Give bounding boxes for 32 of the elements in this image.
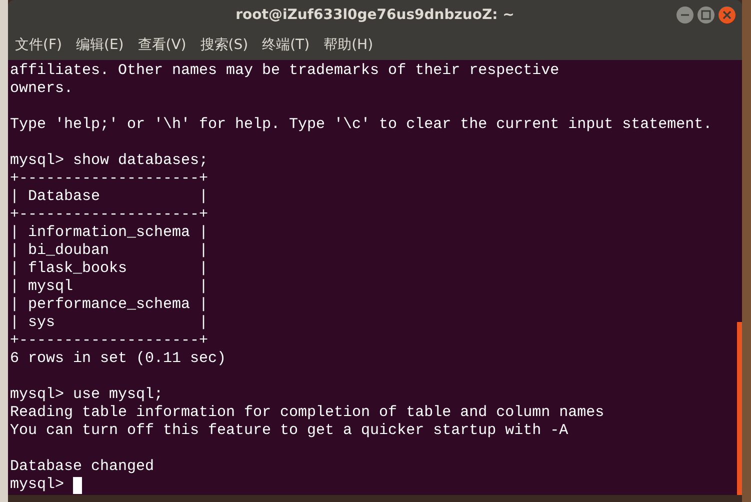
terminal-line: | flask_books | <box>10 260 210 278</box>
terminal-line: Database changed <box>10 458 156 476</box>
terminal-line: | sys | <box>10 314 210 332</box>
terminal-line: 6 rows in set (0.11 sec) <box>10 350 228 368</box>
terminal-line: owners. <box>10 80 74 98</box>
menu-item[interactable]: 搜索(S) <box>200 36 248 54</box>
terminal-line: mysql> show databases; <box>10 152 210 170</box>
terminal-line: | performance_schema | <box>10 296 210 314</box>
menu-item[interactable]: 文件(F) <box>15 36 62 54</box>
terminal-line: | information_schema | <box>10 224 210 242</box>
close-button[interactable] <box>718 6 736 24</box>
maximize-button[interactable] <box>697 6 715 24</box>
terminal-line: | mysql | <box>10 278 210 296</box>
window-title: root@iZuf633l0ge76us9dnbzuoZ: ~ <box>236 7 514 23</box>
scrollbar[interactable] <box>737 322 742 495</box>
terminal-line: Reading table information for completion of table and column names <box>10 404 606 422</box>
menu-item[interactable]: 终端(T) <box>262 36 310 54</box>
menu-item[interactable]: 查看(V) <box>138 36 186 54</box>
menu-item[interactable]: 编辑(E) <box>76 36 124 54</box>
terminal-line: affiliates. Other names may be trademarks of their respective <box>10 62 560 80</box>
minimize-button[interactable] <box>676 6 694 24</box>
text-cursor <box>73 476 82 494</box>
terminal-line: Type 'help;' or '\h' for help. Type '\c' to clear the current input statement. <box>10 116 714 134</box>
terminal-line: +--------------------+ <box>10 332 210 350</box>
terminal-line: | Database | <box>10 188 210 206</box>
terminal-line: | bi_douban | <box>10 242 210 260</box>
terminal-line: You can turn off this feature to get a quicker startup with -A <box>10 422 570 440</box>
terminal-line: mysql> use mysql; <box>10 386 164 404</box>
prompt: mysql> <box>10 476 66 494</box>
terminal-line: +--------------------+ <box>10 170 210 188</box>
menu-item[interactable]: 帮助(H) <box>324 36 374 54</box>
terminal-line: +--------------------+ <box>10 206 210 224</box>
